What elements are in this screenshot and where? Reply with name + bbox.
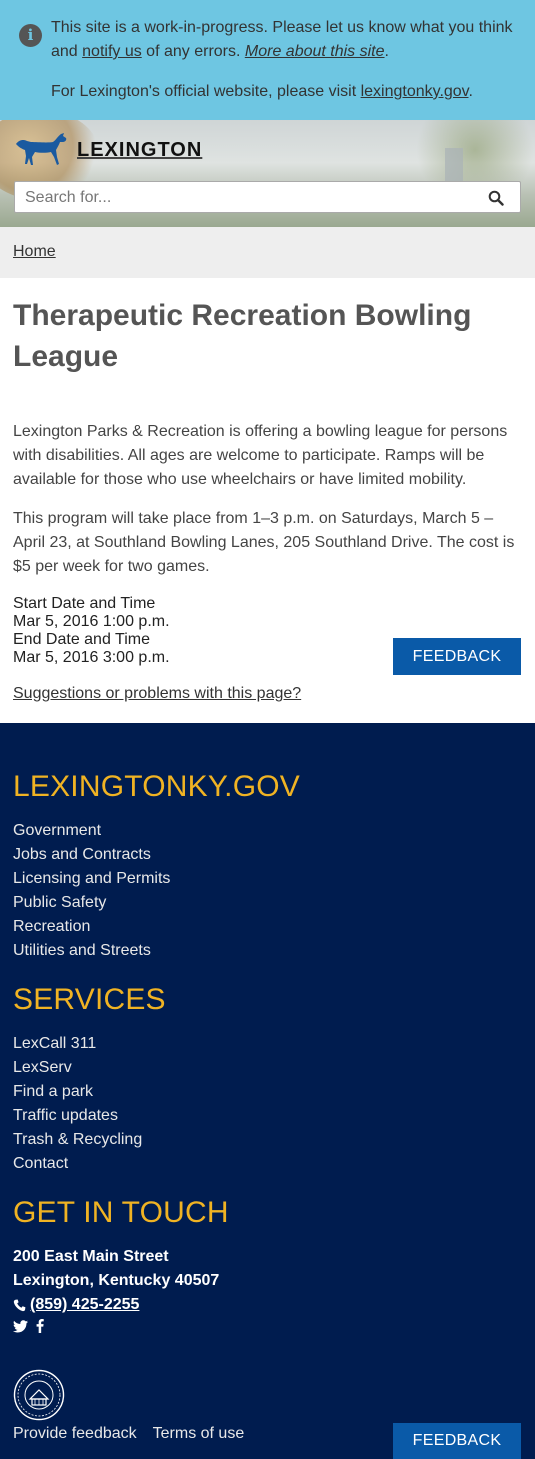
- contact-phone: (859) 425-2255: [13, 1293, 219, 1317]
- footer-link-contact[interactable]: Contact: [13, 1155, 68, 1172]
- terms-of-use-link[interactable]: Terms of use: [153, 1425, 245, 1443]
- alert-banner: i This site is a work-in-progress. Pleas…: [0, 0, 535, 120]
- footer-link-find-park[interactable]: Find a park: [13, 1083, 93, 1100]
- footer-link-item: Recreation: [13, 915, 170, 939]
- more-about-site-link[interactable]: More about this site: [245, 43, 385, 60]
- footer-link-licensing[interactable]: Licensing and Permits: [13, 870, 170, 887]
- footer-link-trash[interactable]: Trash & Recycling: [13, 1131, 142, 1148]
- contact-address: 200 East Main Street Lexington, Kentucky…: [13, 1245, 219, 1317]
- start-date-label: Start Date and Time: [13, 595, 156, 612]
- footer-heading-contact: GET IN TOUCH: [13, 1196, 229, 1229]
- footer-link-item: LexCall 311: [13, 1032, 142, 1056]
- alert-text: .: [468, 83, 473, 100]
- event-details: This program will take place from 1–3 p.…: [13, 510, 515, 575]
- address-city: Lexington, Kentucky 40507: [13, 1272, 220, 1289]
- breadcrumb: Home: [0, 227, 535, 278]
- search-box: [14, 181, 521, 213]
- site-logo[interactable]: LEXINGTON: [13, 130, 202, 170]
- phone-link[interactable]: (859) 425-2255: [30, 1293, 139, 1317]
- footer-bottom-links: Provide feedback Terms of use: [13, 1425, 244, 1443]
- alert-text: of any errors.: [141, 43, 245, 60]
- footer-link-government[interactable]: Government: [13, 822, 101, 839]
- feedback-button-footer[interactable]: FEEDBACK: [393, 1423, 521, 1459]
- start-date-value: Mar 5, 2016 1:00 p.m.: [13, 613, 170, 630]
- site-header: LEXINGTON: [0, 120, 535, 227]
- suggestions-link[interactable]: Suggestions or problems with this page?: [13, 685, 301, 703]
- footer-link-item: Trash & Recycling: [13, 1128, 142, 1152]
- alert-official-site: For Lexington's official website, please…: [51, 80, 526, 104]
- footer-link-item: LexServ: [13, 1056, 142, 1080]
- footer-heading-services: SERVICES: [13, 983, 166, 1016]
- provide-feedback-link[interactable]: Provide feedback: [13, 1425, 137, 1443]
- phone-icon: [13, 1299, 26, 1311]
- feedback-button[interactable]: FEEDBACK: [393, 638, 521, 675]
- footer-link-item: Licensing and Permits: [13, 867, 170, 891]
- twitter-link[interactable]: [13, 1319, 28, 1333]
- end-date-value: Mar 5, 2016 3:00 p.m.: [13, 649, 170, 666]
- footer-heading-site: LEXINGTONKY.GOV: [13, 770, 300, 803]
- footer-site-links: Government Jobs and Contracts Licensing …: [13, 819, 170, 963]
- search-icon[interactable]: [488, 190, 504, 206]
- breadcrumb-home-link[interactable]: Home: [13, 243, 56, 261]
- alert-text: For Lexington's official website, please…: [51, 83, 361, 100]
- social-links: [13, 1319, 44, 1333]
- search-input[interactable]: [25, 187, 465, 209]
- footer-services-links: LexCall 311 LexServ Find a park Traffic …: [13, 1032, 142, 1176]
- footer-link-item: Utilities and Streets: [13, 939, 170, 963]
- footer-link-item: Contact: [13, 1152, 142, 1176]
- city-seal-icon: [13, 1369, 65, 1421]
- notify-us-link[interactable]: notify us: [82, 43, 142, 60]
- alert-text: .: [384, 43, 389, 60]
- footer-link-item: Government: [13, 819, 170, 843]
- footer-link-traffic[interactable]: Traffic updates: [13, 1107, 118, 1124]
- more-about-site-label: More about this site: [244, 43, 385, 60]
- end-date-label: End Date and Time: [13, 631, 150, 648]
- footer-link-jobs[interactable]: Jobs and Contracts: [13, 846, 151, 863]
- footer-link-item: Traffic updates: [13, 1104, 142, 1128]
- footer-link-item: Public Safety: [13, 891, 170, 915]
- official-site-link[interactable]: lexingtonky.gov: [361, 83, 469, 100]
- alert-message: This site is a work-in-progress. Please …: [51, 16, 526, 64]
- footer-link-public-safety[interactable]: Public Safety: [13, 894, 106, 911]
- logo-text: LEXINGTON: [77, 138, 203, 161]
- facebook-icon: [36, 1319, 44, 1333]
- address-street: 200 East Main Street: [13, 1248, 169, 1265]
- footer-link-item: Jobs and Contracts: [13, 843, 170, 867]
- page-title: Therapeutic Recreation Bowling League: [13, 299, 472, 373]
- footer-link-lexserv[interactable]: LexServ: [13, 1059, 72, 1076]
- horse-icon: [16, 133, 67, 165]
- footer-link-lexcall[interactable]: LexCall 311: [13, 1035, 96, 1052]
- twitter-icon: [13, 1319, 28, 1332]
- event-description: Lexington Parks & Recreation is offering…: [13, 423, 508, 488]
- info-icon: i: [19, 24, 42, 47]
- site-footer: LEXINGTONKY.GOV Government Jobs and Cont…: [0, 723, 535, 1459]
- footer-link-recreation[interactable]: Recreation: [13, 918, 90, 935]
- footer-link-item: Find a park: [13, 1080, 142, 1104]
- event-dates: Start Date and Time Mar 5, 2016 1:00 p.m…: [13, 595, 170, 667]
- footer-link-utilities[interactable]: Utilities and Streets: [13, 942, 151, 959]
- facebook-link[interactable]: [36, 1319, 44, 1333]
